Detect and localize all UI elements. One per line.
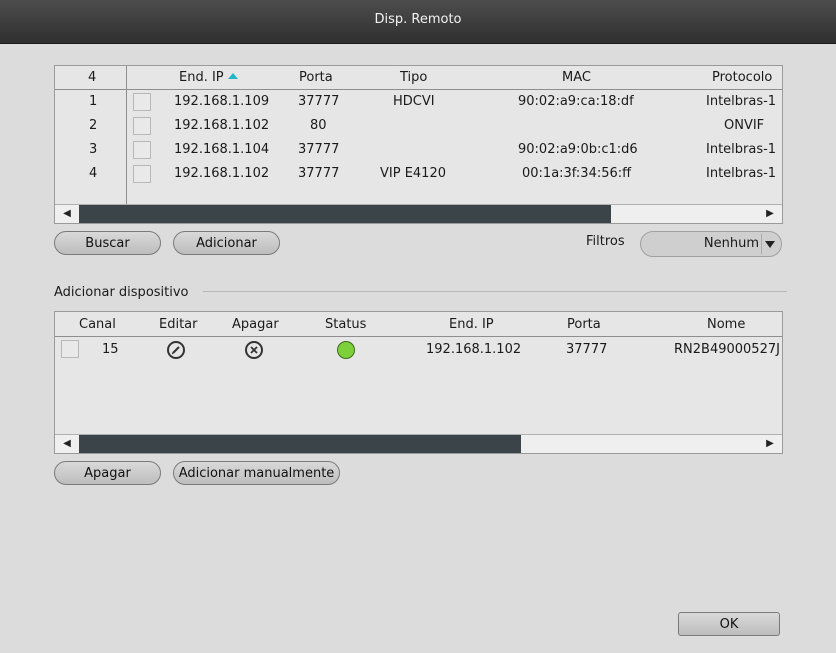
row-porta: 37777 xyxy=(298,166,340,181)
row-index: 4 xyxy=(89,166,98,181)
row-checkbox[interactable] xyxy=(133,165,151,183)
column-porta[interactable]: Porta xyxy=(299,70,333,85)
section-title: Adicionar dispositivo xyxy=(54,285,189,300)
apagar-button[interactable]: Apagar xyxy=(54,461,161,485)
row-mac: 90:02:a9:0b:c1:d6 xyxy=(518,142,638,157)
row-ip: 192.168.1.102 xyxy=(426,342,522,357)
horizontal-scrollbar[interactable]: ◀ ▶ xyxy=(55,204,782,223)
ok-button[interactable]: OK xyxy=(678,612,780,636)
row-ip: 192.168.1.102 xyxy=(174,166,270,181)
section-divider xyxy=(203,291,787,292)
row-porta: 37777 xyxy=(298,94,340,109)
index-divider xyxy=(126,66,127,204)
column-canal[interactable]: Canal xyxy=(79,317,116,332)
row-canal: 15 xyxy=(102,342,119,357)
row-index: 3 xyxy=(89,142,98,157)
column-nome[interactable]: Nome xyxy=(707,317,745,332)
pencil-icon[interactable] xyxy=(167,341,185,359)
status-online-indicator xyxy=(337,341,355,359)
arrow-left-icon[interactable]: ◀ xyxy=(55,435,79,453)
search-results-table: 4 End. IP Porta Tipo MAC Protocolo 1 192… xyxy=(54,65,783,224)
row-protocolo: Intelbras-1 xyxy=(706,166,777,181)
column-end-ip[interactable]: End. IP xyxy=(179,70,238,85)
added-devices-table: Canal Editar Apagar Status End. IP Porta… xyxy=(54,311,783,454)
arrow-right-icon[interactable]: ▶ xyxy=(758,205,782,223)
select-divider xyxy=(761,234,762,254)
arrow-right-icon[interactable]: ▶ xyxy=(758,435,782,453)
header-divider xyxy=(55,336,782,337)
row-porta: 37777 xyxy=(298,142,340,157)
column-mac[interactable]: MAC xyxy=(562,70,591,85)
column-porta[interactable]: Porta xyxy=(567,317,601,332)
column-status[interactable]: Status xyxy=(325,317,366,332)
adicionar-button[interactable]: Adicionar xyxy=(173,231,280,255)
column-tipo[interactable]: Tipo xyxy=(400,70,427,85)
row-ip: 192.168.1.109 xyxy=(174,94,270,109)
horizontal-scrollbar[interactable]: ◀ ▶ xyxy=(55,434,782,453)
row-tipo: HDCVI xyxy=(393,94,435,109)
row-mac: 00:1a:3f:34:56:ff xyxy=(522,166,632,181)
column-protocolo[interactable]: Protocolo xyxy=(712,70,772,85)
sort-ascending-icon xyxy=(227,73,238,79)
scrollbar-thumb[interactable] xyxy=(79,435,521,453)
row-nome: RN2B49000527J xyxy=(674,342,780,357)
window-title: Disp. Remoto xyxy=(374,12,462,27)
title-bar: Disp. Remoto xyxy=(0,0,836,44)
header-divider xyxy=(55,89,782,90)
row-tipo: VIP E4120 xyxy=(380,166,446,181)
column-end-ip[interactable]: End. IP xyxy=(449,317,494,332)
filter-value: Nenhum xyxy=(703,236,759,251)
row-ip: 192.168.1.102 xyxy=(174,118,270,133)
arrow-left-icon[interactable]: ◀ xyxy=(55,205,79,223)
column-apagar[interactable]: Apagar xyxy=(232,317,279,332)
row-mac: 90:02:a9:ca:18:df xyxy=(518,94,634,109)
adicionar-manualmente-button[interactable]: Adicionar manualmente xyxy=(173,461,340,485)
row-checkbox[interactable] xyxy=(61,340,79,358)
row-protocolo: Intelbras-1 xyxy=(706,94,777,109)
filter-select[interactable]: Nenhum xyxy=(640,231,782,257)
scrollbar-thumb[interactable] xyxy=(79,205,611,223)
row-checkbox[interactable] xyxy=(133,141,151,159)
column-editar[interactable]: Editar xyxy=(159,317,198,332)
row-porta: 80 xyxy=(310,118,327,133)
row-checkbox[interactable] xyxy=(133,117,151,135)
row-ip: 192.168.1.104 xyxy=(174,142,270,157)
buscar-button[interactable]: Buscar xyxy=(54,231,161,255)
row-protocolo: ONVIF xyxy=(724,118,765,133)
chevron-down-icon xyxy=(765,241,775,248)
row-checkbox[interactable] xyxy=(133,93,151,111)
row-index: 1 xyxy=(89,94,98,109)
row-porta: 37777 xyxy=(566,342,608,357)
row-protocolo: Intelbras-1 xyxy=(706,142,777,157)
row-index: 2 xyxy=(89,118,98,133)
close-circle-icon[interactable] xyxy=(245,341,263,359)
device-count: 4 xyxy=(88,70,97,85)
filter-label: Filtros xyxy=(586,234,625,249)
